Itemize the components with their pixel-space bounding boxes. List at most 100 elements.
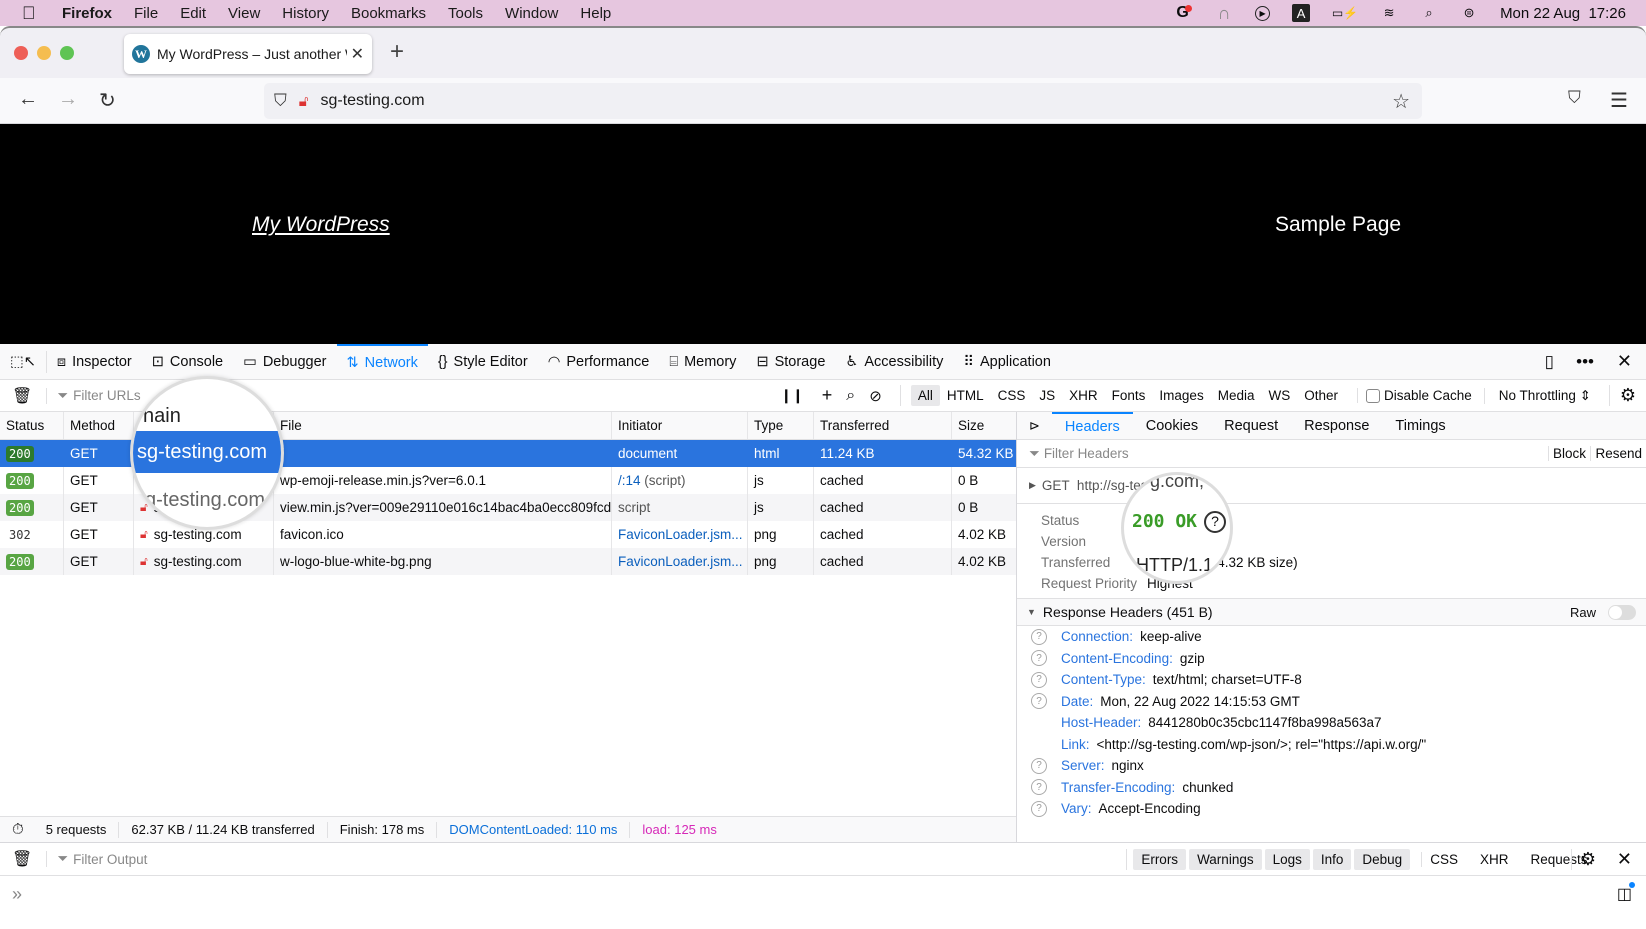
level-warnings[interactable]: Warnings [1189,848,1262,870]
search-icon[interactable]: ⌕ [846,387,855,405]
tab-style-editor[interactable]: {} Style Editor [428,344,538,380]
filter-css[interactable]: CSS [991,385,1033,406]
expand-triangle-icon[interactable]: ▶ [1029,480,1036,491]
reload-button[interactable]: ↻ [99,88,116,113]
level-logs[interactable]: Logs [1264,848,1310,870]
table-row[interactable]: 302 GET 🔓︎ sg-testing.com favicon.ico Favicon… [0,521,1016,548]
tab-inspector[interactable]: ⧈ Inspector [47,344,142,380]
console-prompt-chevron-icon[interactable]: » [12,884,22,905]
col-method[interactable]: Method [64,412,134,439]
response-header-row[interactable]: ? Content-Type: text/html; charset=UTF-8 [1017,669,1646,691]
close-devtools-icon[interactable]: ✕ [1617,351,1632,372]
help-question-icon[interactable]: ? [1031,757,1047,774]
zoom-window-button[interactable] [60,46,74,60]
response-header-row[interactable]: ? Transfer-Encoding: chunked [1017,777,1646,799]
col-status[interactable]: Status [0,412,64,439]
response-header-row[interactable]: ? Content-Encoding: gzip [1017,648,1646,670]
tab-accessibility[interactable]: ♿︎ Accessibility [835,344,953,380]
menu-bookmarks[interactable]: Bookmarks [351,5,426,22]
toggle-xhr[interactable]: XHR [1480,852,1509,867]
help-question-icon[interactable]: ? [1031,650,1047,667]
bookmark-star-icon[interactable]: ☆ [1392,89,1410,114]
input-source-icon[interactable]: A [1292,4,1311,22]
level-errors[interactable]: Errors [1133,848,1187,870]
menu-history[interactable]: History [282,5,329,22]
filter-html[interactable]: HTML [940,385,991,406]
checkbox-box[interactable] [1366,388,1380,403]
help-question-icon[interactable]: ? [1031,800,1047,817]
clear-console-trash-icon[interactable]: 🗑︎ [12,849,32,869]
minimize-window-button[interactable] [37,46,51,60]
spotlight-icon[interactable]: ⌕ [1420,4,1438,22]
toggle-sidebar-icon[interactable]: ⊳ [1017,418,1052,434]
response-header-row[interactable]: ? Connection: keep-alive [1017,626,1646,648]
help-question-icon[interactable]: ? [1031,671,1047,688]
grammarly-icon[interactable]: G [1175,4,1193,22]
col-initiator[interactable]: Initiator [612,412,748,439]
tab-timings[interactable]: Timings [1382,412,1458,440]
add-request-icon[interactable]: + [822,385,833,406]
tab-headers[interactable]: Headers [1051,411,1133,440]
col-file[interactable]: File [274,412,612,439]
tab-console[interactable]: ⊡ Console [142,344,233,380]
tab-request[interactable]: Request [1211,412,1291,440]
menu-app-name[interactable]: Firefox [62,5,112,22]
arc-icon[interactable]: ∩ [1215,3,1233,23]
close-split-console-icon[interactable]: ✕ [1617,849,1632,870]
close-tab-icon[interactable]: ✕ [351,44,364,64]
menu-tools[interactable]: Tools [448,5,483,22]
initiator-link[interactable]: /:14 [618,473,641,488]
apple-icon[interactable]:  [22,3,42,24]
help-question-icon[interactable]: ? [1031,628,1047,645]
block-requests-icon[interactable]: ⊘ [869,387,882,405]
tab-cookies[interactable]: Cookies [1133,412,1211,440]
status-help-icon[interactable]: ? [1204,511,1226,533]
filter-ws[interactable]: WS [1261,385,1297,406]
site-title-link[interactable]: My WordPress [252,213,390,237]
network-settings-gear-icon[interactable]: ⚙ [1608,385,1636,406]
tab-storage[interactable]: ⊟ Storage [746,344,835,380]
console-settings-gear-icon[interactable]: ⚙ [1570,848,1596,870]
filter-other[interactable]: Other [1297,385,1345,406]
forward-button[interactable]: → [58,88,78,111]
initiator-link[interactable]: FaviconLoader.jsm... [618,527,743,542]
filter-media[interactable]: Media [1211,385,1262,406]
filter-js[interactable]: JS [1032,385,1062,406]
tab-debugger[interactable]: ▭ Debugger [233,344,336,380]
level-debug[interactable]: Debug [1354,848,1411,870]
tab-performance[interactable]: ◠ Performance [538,344,660,380]
tab-memory[interactable]: ⌸ Memory [659,344,746,380]
new-tab-button[interactable]: + [390,38,404,66]
raw-toggle[interactable] [1608,604,1636,620]
response-header-row[interactable]: Link: <http://sg-testing.com/wp-json/>; r… [1017,734,1646,756]
help-question-icon[interactable]: ? [1031,779,1047,796]
filter-images[interactable]: Images [1152,385,1210,406]
menu-window[interactable]: Window [505,5,558,22]
tab-response[interactable]: Response [1291,412,1382,440]
filter-xhr[interactable]: XHR [1062,385,1105,406]
control-center-icon[interactable]: ⊜ [1460,4,1478,22]
col-type[interactable]: Type [748,412,814,439]
menu-view[interactable]: View [228,5,260,22]
initiator-link[interactable]: FaviconLoader.jsm... [618,554,743,569]
collapse-triangle-icon[interactable]: ▼ [1027,607,1036,617]
table-row[interactable]: 200 GET 🔓︎ sg-testing.com w-logo-blue-white-… [0,548,1016,575]
col-size[interactable]: Size [952,412,1016,439]
request-line[interactable]: ▶ GET http://sg-testing.com/ [1017,468,1646,504]
menu-file[interactable]: File [134,5,158,22]
help-question-icon[interactable]: ? [1031,693,1047,710]
close-window-button[interactable] [14,46,28,60]
tab-network[interactable]: ⇅ Network [336,343,428,380]
response-header-row[interactable]: ? Vary: Accept-Encoding [1017,798,1646,820]
back-button[interactable]: ← [18,88,38,111]
menu-edit[interactable]: Edit [180,5,206,22]
toggle-css[interactable]: CSS [1430,852,1458,867]
element-picker-icon[interactable]: ⬚↖ [0,350,47,373]
tracking-protection-shield-icon[interactable]: ⛉ [274,91,287,111]
insecure-lock-icon[interactable]: 🔓︎ [299,93,309,110]
initiator-link[interactable]: script [618,500,650,515]
level-info[interactable]: Info [1312,848,1352,870]
response-header-row[interactable]: ? Date: Mon, 22 Aug 2022 14:15:53 GMT [1017,691,1646,713]
browser-tab-active[interactable]: W My WordPress – Just another WordPress … [124,34,372,74]
initiator-link[interactable]: document [618,446,677,461]
